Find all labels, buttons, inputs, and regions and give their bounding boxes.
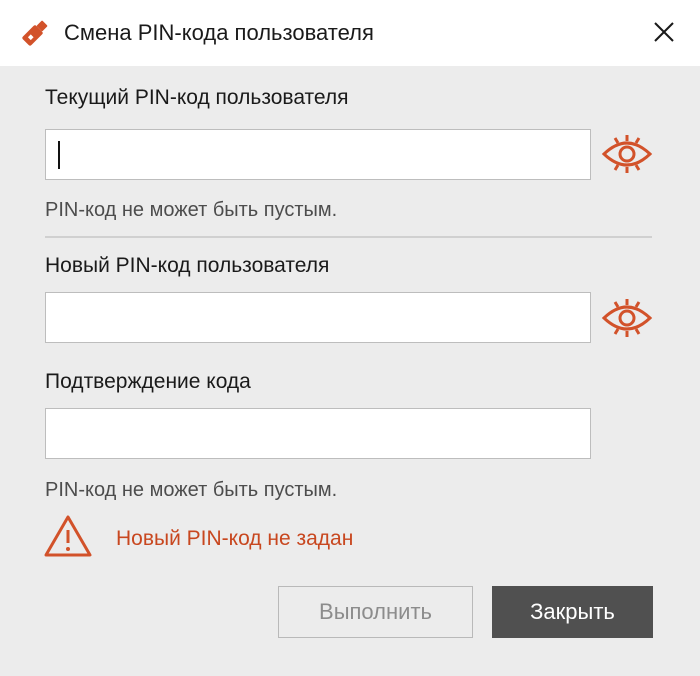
eye-icon[interactable] <box>600 298 654 338</box>
warning-icon <box>43 514 93 558</box>
new-pin-label: Новый PIN-код пользователя <box>45 254 330 277</box>
window-title: Смена PIN-кода пользователя <box>64 20 374 45</box>
change-pin-dialog: Смена PIN-кода пользователя Текущий PIN-… <box>0 0 700 676</box>
confirm-pin-label: Подтверждение кода <box>45 370 251 393</box>
eye-icon[interactable] <box>600 134 654 174</box>
run-button[interactable]: Выполнить <box>278 586 473 638</box>
close-icon[interactable] <box>644 12 684 52</box>
current-pin-input[interactable] <box>46 130 590 179</box>
current-pin-hint: PIN-код не может быть пустым. <box>45 199 338 221</box>
current-pin-label: Текущий PIN-код пользователя <box>45 86 349 109</box>
confirm-pin-hint: PIN-код не может быть пустым. <box>45 479 338 501</box>
error-message: Новый PIN-код не задан <box>116 527 354 550</box>
close-button[interactable]: Закрыть <box>492 586 653 638</box>
text-caret <box>58 141 60 169</box>
confirm-pin-field[interactable] <box>45 408 591 459</box>
current-pin-field[interactable] <box>45 129 591 180</box>
section-divider <box>45 236 652 238</box>
new-pin-input[interactable] <box>46 293 590 342</box>
new-pin-field[interactable] <box>45 292 591 343</box>
title-bar: Смена PIN-кода пользователя <box>0 0 700 66</box>
usb-token-icon <box>18 16 52 50</box>
confirm-pin-input[interactable] <box>46 409 590 458</box>
